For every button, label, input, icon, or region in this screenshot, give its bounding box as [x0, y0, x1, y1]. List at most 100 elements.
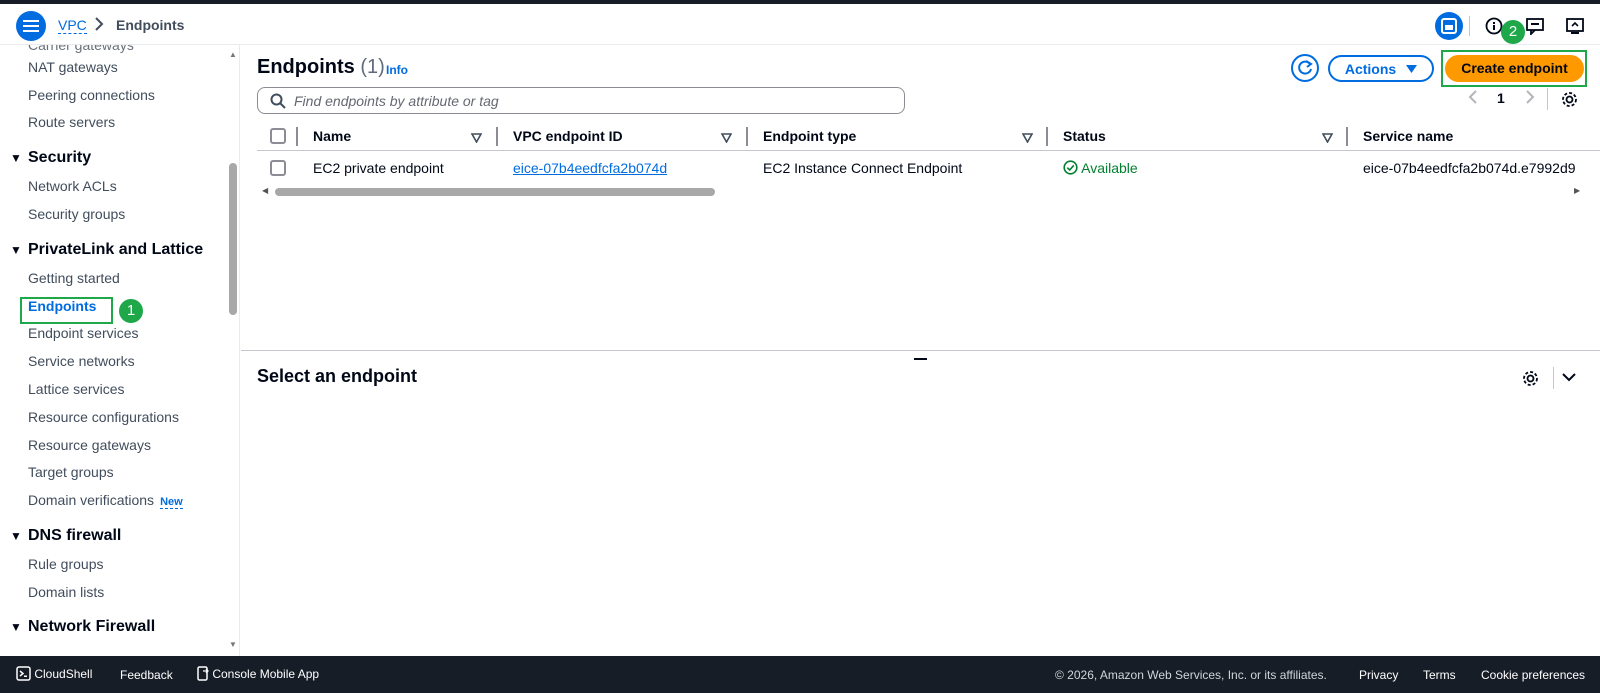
- check-circle-icon: [1063, 160, 1078, 175]
- sidebar-item-endpoint-services[interactable]: Endpoint services: [28, 324, 139, 342]
- page-number[interactable]: 1: [1497, 90, 1505, 106]
- caret-down-icon: [1406, 64, 1418, 73]
- horizontal-scrollbar[interactable]: [275, 188, 715, 196]
- scroll-down-arrow[interactable]: ▼: [229, 640, 237, 649]
- terms-link[interactable]: Terms: [1423, 668, 1456, 682]
- sidebar-item-target-groups[interactable]: Target groups: [28, 463, 114, 481]
- scroll-up-arrow[interactable]: ▲: [229, 50, 237, 59]
- column-divider: [1046, 127, 1048, 146]
- prev-page-button[interactable]: [1468, 90, 1478, 107]
- sort-icon[interactable]: [720, 130, 733, 146]
- breadcrumb-vpc-link[interactable]: VPC: [58, 17, 87, 34]
- cell-service-name: eice-07b4eedfcfa2b074d.e7992d9: [1363, 160, 1576, 176]
- sidebar-item-resource-configurations[interactable]: Resource configurations: [28, 408, 179, 426]
- actions-button[interactable]: Actions: [1328, 55, 1434, 82]
- column-header-vpc-endpoint-id[interactable]: VPC endpoint ID: [513, 128, 623, 144]
- feedback-link[interactable]: Feedback: [120, 668, 173, 682]
- header-divider: [1469, 16, 1470, 36]
- table-settings-button[interactable]: [1561, 91, 1578, 111]
- column-divider: [496, 127, 498, 146]
- copyright: © 2026, Amazon Web Services, Inc. or its…: [1055, 668, 1327, 682]
- new-badge: New: [160, 496, 183, 509]
- cookie-preferences-link[interactable]: Cookie preferences: [1481, 668, 1585, 682]
- caret-down-icon: ▼: [10, 620, 22, 634]
- column-header-status[interactable]: Status: [1063, 128, 1106, 144]
- caret-down-icon: ▼: [10, 151, 22, 165]
- search-input[interactable]: Find endpoints by attribute or tag: [257, 87, 905, 114]
- table-header-divider: [257, 150, 1600, 151]
- column-header-name[interactable]: Name: [313, 128, 351, 144]
- column-divider: [296, 127, 298, 146]
- chevron-down-icon: [1562, 373, 1576, 382]
- sidebar-item-nat-gateways[interactable]: NAT gateways: [28, 58, 118, 76]
- gear-icon: [1523, 371, 1538, 386]
- cell-name: EC2 private endpoint: [313, 160, 444, 176]
- privacy-link[interactable]: Privacy: [1359, 668, 1398, 682]
- endpoint-id-link[interactable]: eice-07b4eedfcfa2b074d: [513, 160, 667, 176]
- split-panel-toggle[interactable]: [1435, 12, 1463, 40]
- column-divider: [1346, 127, 1348, 146]
- terminal-icon: [16, 666, 31, 681]
- breadcrumb-current: Endpoints: [116, 17, 185, 33]
- create-endpoint-button[interactable]: Create endpoint: [1445, 55, 1584, 82]
- column-header-service-name[interactable]: Service name: [1363, 128, 1453, 144]
- chevron-right-icon: [94, 17, 104, 34]
- sidebar-item-domain-lists[interactable]: Domain lists: [28, 583, 104, 601]
- caret-down-icon: ▼: [10, 243, 22, 257]
- caret-down-icon: ▼: [10, 529, 22, 543]
- screen-icon: [1566, 18, 1584, 34]
- pagination-divider: [1547, 88, 1548, 110]
- cloudshell-label: CloudShell: [34, 667, 93, 681]
- sidebar-section-dns-firewall[interactable]: ▼ DNS firewall: [10, 526, 121, 546]
- split-panel-settings[interactable]: [1522, 370, 1539, 390]
- cell-vpc-endpoint-id: eice-07b4eedfcfa2b074d: [513, 160, 667, 176]
- sidebar-section-privatelink[interactable]: ▼ PrivateLink and Lattice: [10, 240, 203, 260]
- cloudshell-button[interactable]: CloudShell: [16, 666, 92, 681]
- sort-icon[interactable]: [1321, 130, 1334, 146]
- refresh-icon: [1298, 60, 1313, 75]
- scroll-right-arrow[interactable]: ▶: [1574, 186, 1580, 195]
- sidebar-item-resource-gateways[interactable]: Resource gateways: [28, 436, 151, 454]
- resize-handle[interactable]: [914, 358, 927, 360]
- sidebar-item-security-groups[interactable]: Security groups: [28, 205, 125, 223]
- refresh-button[interactable]: [1291, 54, 1319, 82]
- scroll-left-arrow[interactable]: ◀: [262, 186, 268, 195]
- sidebar-item-route-servers[interactable]: Route servers: [28, 113, 115, 131]
- search-icon: [270, 93, 286, 112]
- step-badge-1: 1: [119, 299, 143, 323]
- sidebar-item-getting-started[interactable]: Getting started: [28, 269, 120, 287]
- select-all-checkbox[interactable]: [270, 128, 286, 144]
- mobile-app-link[interactable]: Console Mobile App: [197, 666, 319, 681]
- column-header-endpoint-type[interactable]: Endpoint type: [763, 128, 856, 144]
- sort-icon[interactable]: [1021, 130, 1034, 146]
- sidebar-item-rule-groups[interactable]: Rule groups: [28, 555, 104, 573]
- tools-toggle[interactable]: [1561, 12, 1589, 40]
- sidebar-item-network-acls[interactable]: Network ACLs: [28, 177, 117, 195]
- actions-label: Actions: [1344, 60, 1397, 77]
- chevron-right-icon: [1526, 90, 1535, 104]
- sidebar-scrollbar[interactable]: [229, 163, 237, 315]
- split-panel-title: Select an endpoint: [257, 366, 418, 386]
- sidebar-item-service-networks[interactable]: Service networks: [28, 352, 135, 370]
- chevron-left-icon: [1468, 90, 1477, 104]
- sidebar-item-partial[interactable]: Carrier gateways: [28, 45, 134, 54]
- sidebar-section-security[interactable]: ▼ Security: [10, 148, 91, 168]
- endpoint-count: (1): [360, 56, 385, 78]
- sidebar-item-domain-verifications[interactable]: Domain verifications New: [28, 491, 183, 511]
- sidebar-item-peering[interactable]: Peering connections: [28, 86, 155, 104]
- feedback-toggle[interactable]: [1521, 12, 1549, 40]
- next-page-button[interactable]: [1525, 90, 1535, 107]
- row-checkbox[interactable]: [270, 160, 286, 176]
- info-link[interactable]: Info: [386, 63, 408, 77]
- split-panel-divider: [241, 350, 1600, 351]
- sidebar-section-network-firewall[interactable]: ▼ Network Firewall: [10, 617, 155, 637]
- column-divider: [746, 127, 748, 146]
- sidebar-item-lattice-services[interactable]: Lattice services: [28, 380, 124, 398]
- panel-icon: [1441, 18, 1457, 34]
- cell-endpoint-type: EC2 Instance Connect Endpoint: [763, 160, 963, 176]
- sort-icon[interactable]: [470, 130, 483, 146]
- split-panel-collapse[interactable]: [1562, 370, 1576, 387]
- menu-button[interactable]: [16, 11, 46, 41]
- mobile-app-label: Console Mobile App: [212, 667, 320, 681]
- gear-icon: [1562, 92, 1577, 107]
